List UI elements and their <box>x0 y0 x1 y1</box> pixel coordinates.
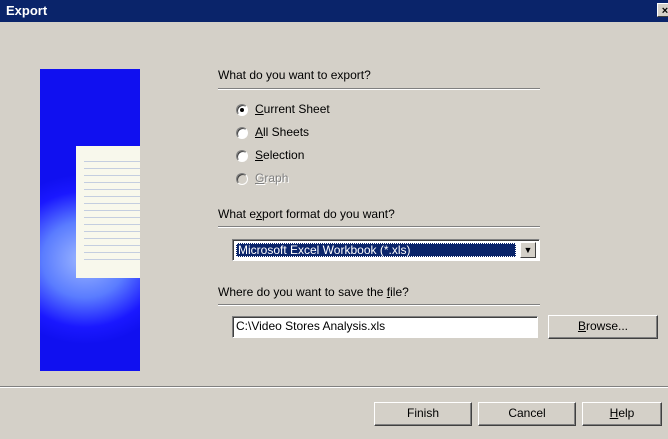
separator-format <box>218 226 540 228</box>
radio-selection[interactable] <box>236 150 248 162</box>
option-current-sheet-label[interactable]: Current Sheet <box>255 102 330 116</box>
chevron-down-icon[interactable]: ▼ <box>520 242 536 258</box>
radio-all-sheets[interactable] <box>236 127 248 139</box>
separator-save <box>218 304 540 306</box>
wizard-illustration <box>40 69 140 371</box>
help-button[interactable]: Help <box>582 402 662 426</box>
separator-what <box>218 88 540 90</box>
radio-current-sheet[interactable] <box>236 104 248 116</box>
option-graph-label: Graph <box>255 171 289 185</box>
format-dropdown[interactable]: Microsoft Excel Workbook (*.xls) ▼ <box>232 239 540 261</box>
radio-graph <box>236 173 248 185</box>
browse-button[interactable]: Browse... <box>548 315 658 339</box>
option-selection-label[interactable]: Selection <box>255 148 304 162</box>
cancel-button[interactable]: Cancel <box>478 402 576 426</box>
export-format-question: What export format do you want? <box>218 207 395 221</box>
document-lines <box>84 161 140 261</box>
format-selected-value: Microsoft Excel Workbook (*.xls) <box>236 243 516 257</box>
button-row-separator <box>0 386 668 388</box>
save-location-question: Where do you want to save the file? <box>218 285 409 299</box>
close-icon: × <box>661 5 668 17</box>
finish-button[interactable]: Finish <box>374 402 472 426</box>
window-title: Export <box>6 3 48 18</box>
file-path-input[interactable]: C:\Video Stores Analysis.xls <box>232 316 538 338</box>
close-button[interactable]: × <box>657 3 668 17</box>
export-what-question: What do you want to export? <box>218 68 371 82</box>
title-bar: Export <box>0 0 668 22</box>
option-all-sheets-label[interactable]: All Sheets <box>255 125 309 139</box>
